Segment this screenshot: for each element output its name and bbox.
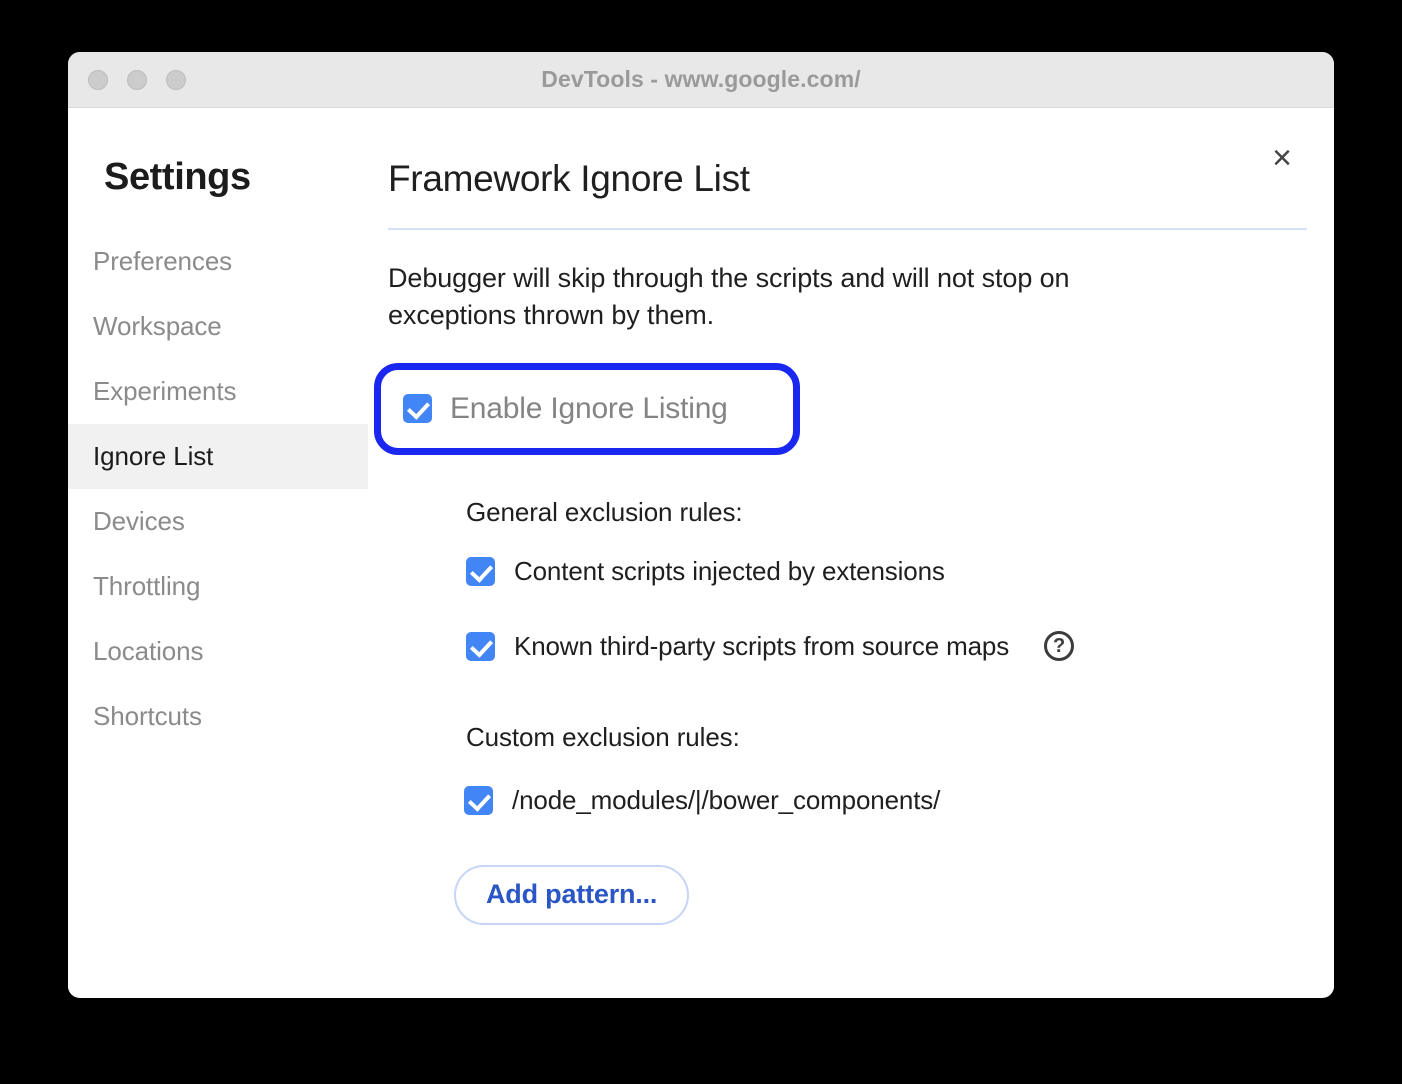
enable-ignore-listing-checkbox[interactable]: [403, 394, 432, 423]
settings-content: × Framework Ignore List Debugger will sk…: [374, 108, 1334, 997]
window-title: DevTools - www.google.com/: [541, 66, 861, 92]
settings-panel: Settings Preferences Workspace Experimen…: [68, 108, 1334, 997]
general-exclusion-rules-label: General exclusion rules:: [466, 496, 743, 527]
title-divider: [388, 228, 1307, 230]
general-rule-label: Content scripts injected by extensions: [514, 555, 945, 586]
sidebar-item-experiments[interactable]: Experiments: [68, 359, 368, 424]
sidebar-item-ignore-list[interactable]: Ignore List: [68, 424, 368, 489]
sidebar-item-label: Preferences: [93, 246, 233, 276]
sidebar-item-label: Devices: [93, 506, 185, 536]
sidebar-item-label: Locations: [93, 636, 204, 666]
general-rule-row-content-scripts[interactable]: Content scripts injected by extensions: [466, 556, 1304, 587]
sidebar-item-label: Throttling: [93, 571, 201, 601]
help-icon[interactable]: ?: [1044, 631, 1075, 661]
sidebar-item-throttling[interactable]: Throttling: [68, 554, 368, 619]
general-rule-label: Known third-party scripts from source ma…: [514, 630, 1010, 661]
enable-ignore-listing-label: Enable Ignore Listing: [450, 391, 728, 425]
third-party-scripts-checkbox[interactable]: [466, 631, 495, 661]
close-icon[interactable]: ×: [1260, 136, 1304, 180]
custom-rule-row[interactable]: /node_modules/|/bower_components/: [464, 785, 1304, 816]
sidebar-item-shortcuts[interactable]: Shortcuts: [68, 684, 368, 749]
custom-exclusion-rules-label: Custom exclusion rules:: [466, 721, 740, 752]
page-title: Framework Ignore List: [388, 158, 750, 199]
sidebar-item-workspace[interactable]: Workspace: [68, 294, 368, 359]
add-pattern-button[interactable]: Add pattern...: [454, 864, 690, 925]
devtools-window: DevTools - www.google.com/ Settings Pref…: [68, 52, 1334, 998]
sidebar-item-label: Ignore List: [93, 441, 214, 471]
custom-rule-label: /node_modules/|/bower_components/: [512, 784, 941, 815]
sidebar-item-label: Shortcuts: [93, 701, 202, 731]
sidebar-item-devices[interactable]: Devices: [68, 489, 368, 554]
settings-heading: Settings: [104, 156, 251, 198]
sidebar-item-label: Workspace: [93, 311, 222, 341]
window-titlebar: DevTools - www.google.com/: [68, 52, 1334, 108]
custom-pattern-checkbox[interactable]: [464, 785, 493, 815]
general-rule-row-third-party[interactable]: Known third-party scripts from source ma…: [466, 631, 1304, 662]
content-scripts-checkbox[interactable]: [466, 556, 495, 586]
enable-ignore-listing-highlight: Enable Ignore Listing: [374, 362, 800, 455]
panel-description: Debugger will skip through the scripts a…: [388, 263, 1070, 331]
enable-ignore-listing-row[interactable]: Enable Ignore Listing: [374, 363, 800, 455]
exclusion-rules-block: General exclusion rules: Content scripts…: [454, 496, 1304, 925]
sidebar-item-preferences[interactable]: Preferences: [68, 229, 368, 294]
sidebar-item-label: Experiments: [93, 376, 237, 406]
settings-sidebar: Settings Preferences Workspace Experimen…: [68, 108, 368, 749]
sidebar-item-locations[interactable]: Locations: [68, 619, 368, 684]
